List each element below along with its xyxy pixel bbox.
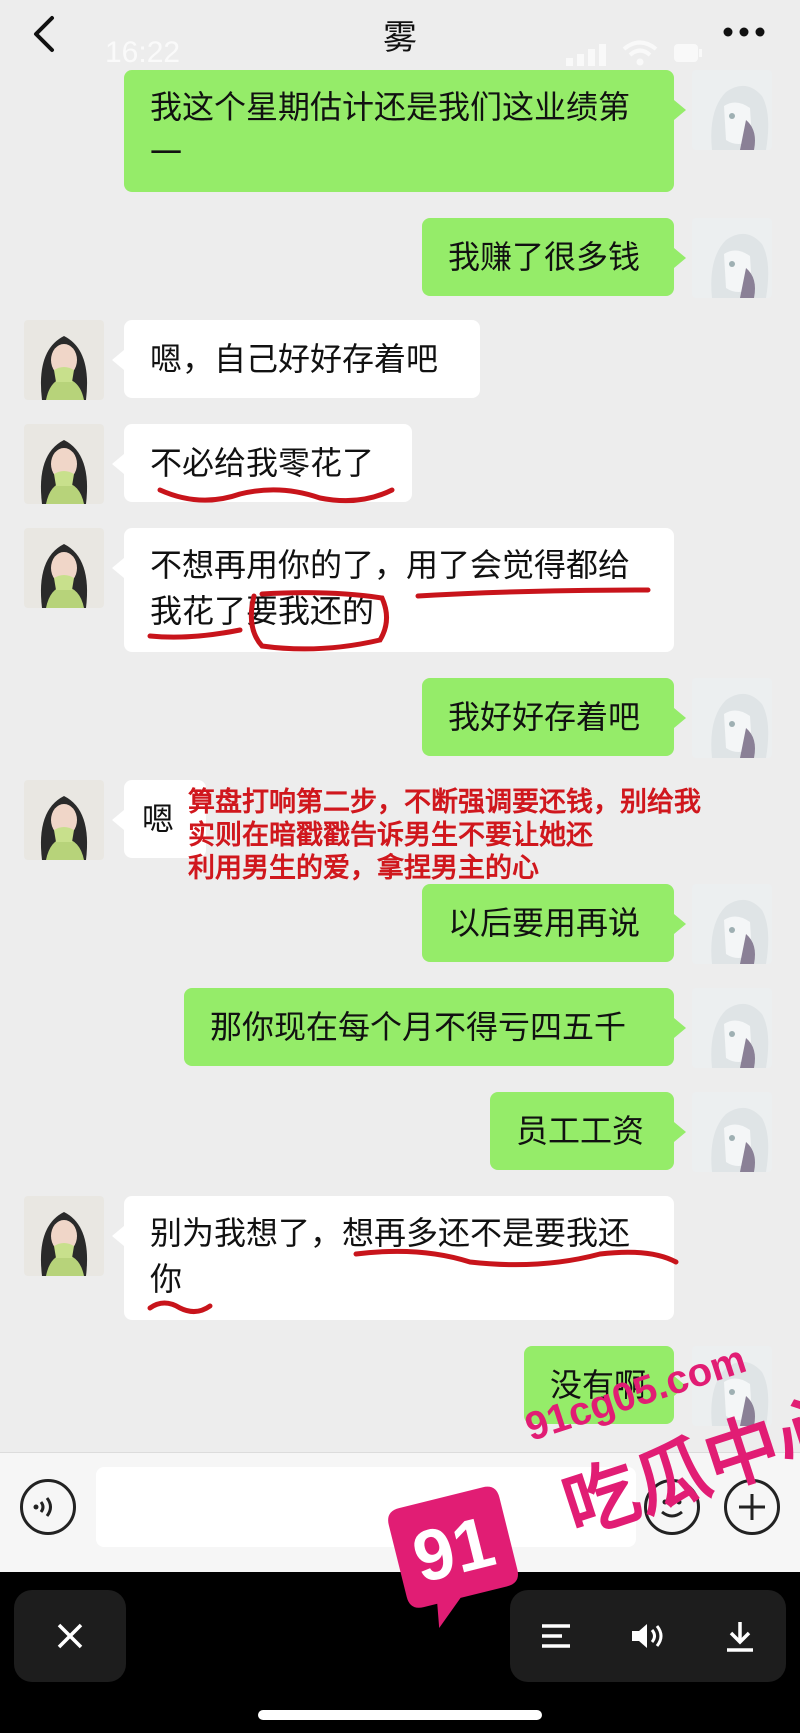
girl-avatar-image [24,424,104,504]
anime-avatar-image [692,70,772,150]
message-bubble-sent[interactable]: 以后要用再说 [422,884,686,962]
contact-avatar[interactable] [24,780,104,860]
close-button[interactable] [14,1590,126,1682]
message-bubble-sent[interactable]: 我好好存着吧 [422,678,686,756]
anime-avatar-image [692,218,772,298]
self-avatar[interactable] [692,218,772,298]
voice-icon [33,1497,52,1517]
self-avatar[interactable] [692,70,772,150]
message-line: 我花了要我还的 [150,592,375,630]
anime-avatar-image [692,884,772,964]
message-text: 我好好存着吧 [448,698,641,736]
message-bubble-sent[interactable]: 那你现在每个月不得亏四五千 [184,988,686,1066]
self-avatar[interactable] [692,884,772,964]
annotation-line: 实则在暗戳戳告诉男生不要让她还 [188,820,593,851]
message-bubble-received[interactable]: 嗯，自己好好存着吧 [112,320,480,398]
message-text: 我赚了很多钱 [448,238,641,276]
message-text: 那你现在每个月不得亏四五千 [210,1008,627,1046]
girl-avatar-image [24,1196,104,1276]
message-bubble-received[interactable]: 不必给我零花了 [112,424,412,502]
message-line: 我这个星期估计还是我们这业绩第 [150,88,631,126]
more-dots-icon[interactable] [722,26,766,38]
voice-button[interactable] [20,1479,76,1535]
chat-header: 16:22 雾 [0,0,800,72]
red-annotation: 算盘打响第二步，不断强调要还钱，别给我 实则在暗戳戳告诉男生不要让她还 利用男生… [188,786,788,885]
self-avatar[interactable] [692,1092,772,1172]
self-avatar[interactable] [692,988,772,1068]
message-text: 嗯 [142,800,175,838]
message-line: 一 [150,134,183,172]
chat-screen: 16:22 雾 我这个星期估计还是我们这业绩第 一 我赚了很多钱 嗯，自己好好存… [0,0,800,1733]
watermark: 91cg05.com 吃瓜中心 91 [380,1337,800,1680]
annotation-line: 算盘打响第二步，不断强调要还钱，别给我 [188,787,701,818]
home-indicator[interactable] [258,1710,542,1720]
annotation-line: 利用男生的爱，拿捏男主的心 [188,853,539,884]
girl-avatar-image [24,320,104,400]
close-icon [57,1623,83,1649]
message-bubble-received[interactable]: 别为我想了，想再多还不是要我还 你 [112,1196,674,1320]
message-line: 你 [150,1260,183,1298]
watermark-badge-logo: 91 [388,1486,518,1628]
anime-avatar-image [692,678,772,758]
message-bubble-sent[interactable]: 我这个星期估计还是我们这业绩第 一 [124,70,686,192]
message-text: 不必给我零花了 [150,444,375,482]
message-line: 别为我想了，想再多还不是要我还 [150,1214,631,1252]
girl-avatar-image [24,528,104,608]
message-text: 以后要用再说 [448,904,641,942]
signal-icon [566,44,606,66]
girl-avatar-image [24,780,104,860]
message-line: 不想再用你的了，用了会觉得都给 [150,546,631,584]
contact-avatar[interactable] [24,320,104,400]
anime-avatar-image [692,988,772,1068]
message-bubble-received[interactable]: 不想再用你的了，用了会觉得都给 我花了要我还的 [112,528,674,652]
message-text: 员工工资 [516,1112,645,1150]
self-avatar[interactable] [692,678,772,758]
battery-icon [674,44,702,62]
contact-avatar[interactable] [24,1196,104,1276]
message-bubble-sent[interactable]: 员工工资 [490,1092,686,1170]
contact-avatar[interactable] [24,424,104,504]
message-text: 嗯，自己好好存着吧 [150,340,439,378]
wifi-icon [622,40,658,66]
anime-avatar-image [692,1092,772,1172]
message-bubble-sent[interactable]: 我赚了很多钱 [422,218,686,296]
contact-avatar[interactable] [24,528,104,608]
